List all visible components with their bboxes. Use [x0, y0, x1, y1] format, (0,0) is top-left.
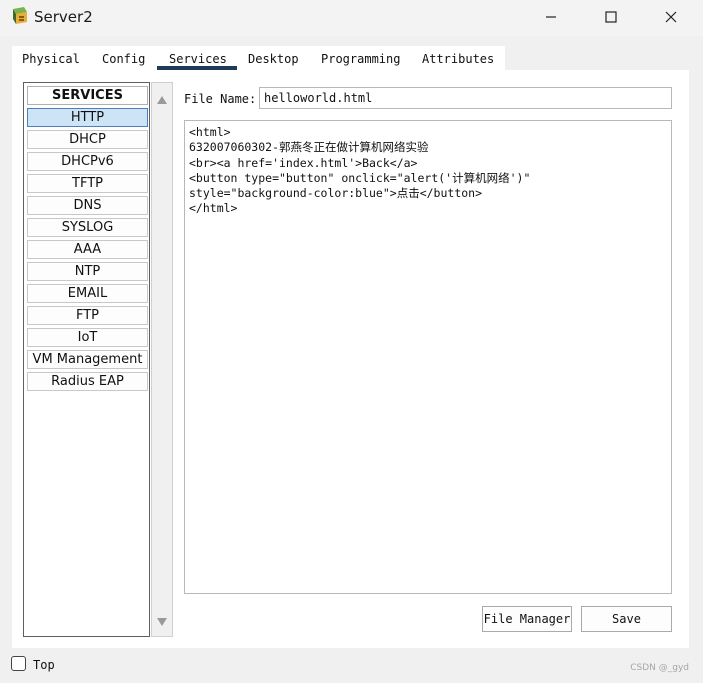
service-aaa[interactable]: AAA [27, 240, 148, 259]
file-manager-button[interactable]: File Manager [482, 606, 572, 632]
service-tftp[interactable]: TFTP [27, 174, 148, 193]
close-icon [665, 11, 677, 23]
tab-programming[interactable]: Programming [321, 52, 400, 66]
watermark: CSDN @_gyd [630, 663, 689, 673]
service-syslog[interactable]: SYSLOG [27, 218, 148, 237]
maximize-icon [605, 11, 617, 23]
service-ntp[interactable]: NTP [27, 262, 148, 281]
tab-attributes[interactable]: Attributes [422, 52, 494, 66]
server-app-icon [10, 6, 30, 26]
tab-services[interactable]: Services [169, 52, 227, 66]
scroll-down-arrow-icon[interactable] [157, 611, 167, 630]
service-vm-management[interactable]: VM Management [27, 350, 148, 369]
service-radius-eap[interactable]: Radius EAP [27, 372, 148, 391]
service-dhcp[interactable]: DHCP [27, 130, 148, 149]
service-http[interactable]: HTTP [27, 108, 148, 127]
service-ftp[interactable]: FTP [27, 306, 148, 325]
service-iot[interactable]: IoT [27, 328, 148, 347]
services-scrollbar[interactable] [151, 82, 173, 637]
top-checkbox[interactable] [11, 656, 26, 671]
title-bar: Server2 [0, 0, 703, 36]
save-button[interactable]: Save [581, 606, 672, 632]
tab-bar: Physical Config Services Desktop Program… [12, 46, 505, 70]
services-header: SERVICES [27, 86, 148, 105]
html-content-editor[interactable]: <html> 632007060302-郭燕冬正在做计算机网络实验 <br><a… [184, 120, 672, 594]
service-dns[interactable]: DNS [27, 196, 148, 215]
service-dhcpv6[interactable]: DHCPv6 [27, 152, 148, 171]
close-button[interactable] [646, 4, 696, 30]
tab-physical[interactable]: Physical [22, 52, 80, 66]
file-name-input[interactable]: helloworld.html [259, 87, 672, 109]
window-title: Server2 [34, 8, 93, 26]
minimize-button[interactable] [526, 4, 576, 30]
top-label: Top [33, 658, 55, 672]
minimize-icon [546, 16, 556, 18]
tab-config[interactable]: Config [102, 52, 145, 66]
service-email[interactable]: EMAIL [27, 284, 148, 303]
scroll-up-arrow-icon[interactable] [157, 89, 167, 108]
services-list: SERVICES HTTP DHCP DHCPv6 TFTP DNS SYSLO… [23, 82, 150, 637]
maximize-button[interactable] [586, 4, 636, 30]
tab-desktop[interactable]: Desktop [248, 52, 299, 66]
file-name-label: File Name: [184, 92, 257, 106]
